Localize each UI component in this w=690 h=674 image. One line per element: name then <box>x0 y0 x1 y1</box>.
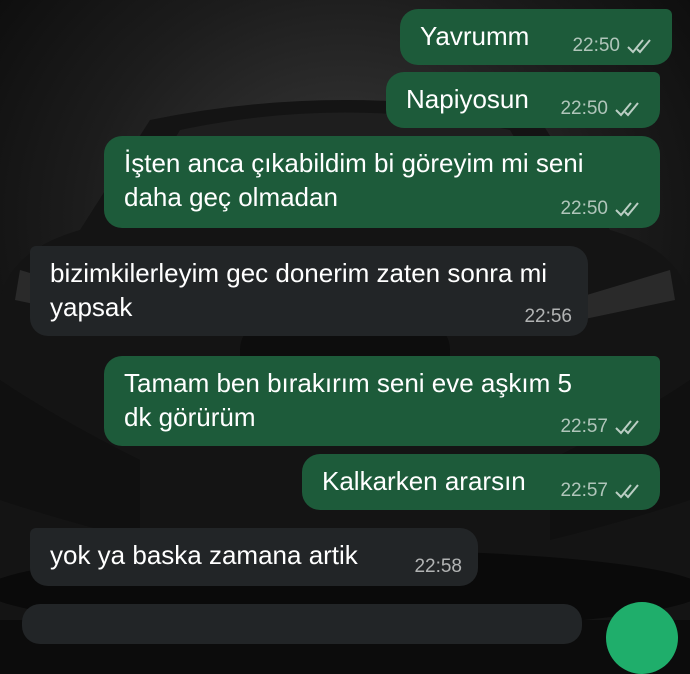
message-meta: 22:50 <box>572 35 656 57</box>
message-meta: 22:57 <box>560 480 644 502</box>
message-meta: 22:56 <box>524 306 572 328</box>
message-text: Napiyosun <box>406 84 529 114</box>
message-text: Tamam ben bırakırım seni eve aşkım 5 dk … <box>124 368 580 432</box>
message-time: 22:57 <box>560 480 608 501</box>
message-meta: 22:50 <box>560 198 644 220</box>
message-bubble-outgoing[interactable]: Napiyosun 22:50 <box>386 72 660 128</box>
message-text: bizimkilerleyim gec donerim zaten sonra … <box>50 258 555 322</box>
message-meta: 22:50 <box>560 98 644 120</box>
message-list[interactable]: Yavrumm 22:50 Napiyosun 22:50 İşten anca… <box>0 0 690 674</box>
message-time: 22:56 <box>524 306 572 327</box>
message-bubble-incoming[interactable]: yok ya baska zamana artik 22:58 <box>30 528 478 586</box>
double-check-icon <box>626 37 656 55</box>
message-meta: 22:58 <box>414 556 462 578</box>
message-bubble-outgoing[interactable]: İşten anca çıkabildim bi göreyim mi seni… <box>104 136 660 228</box>
send-button[interactable] <box>606 602 678 674</box>
message-time: 22:58 <box>414 556 462 577</box>
message-bubble-outgoing[interactable]: Yavrumm 22:50 <box>400 9 672 65</box>
message-meta: 22:57 <box>560 416 644 438</box>
message-time: 22:50 <box>560 198 608 219</box>
double-check-icon <box>614 100 644 118</box>
double-check-icon <box>614 418 644 436</box>
double-check-icon <box>614 200 644 218</box>
message-text: Kalkarken ararsın <box>322 466 526 496</box>
message-text: Yavrumm <box>420 21 530 51</box>
message-bubble-incoming[interactable]: bizimkilerleyim gec donerim zaten sonra … <box>30 246 588 336</box>
message-text: İşten anca çıkabildim bi göreyim mi seni… <box>124 148 591 212</box>
message-time: 22:50 <box>572 35 620 56</box>
message-time: 22:57 <box>560 416 608 437</box>
message-time: 22:50 <box>560 98 608 119</box>
message-bubble-outgoing[interactable]: Tamam ben bırakırım seni eve aşkım 5 dk … <box>104 356 660 446</box>
message-bubble-outgoing[interactable]: Kalkarken ararsın 22:57 <box>302 454 660 510</box>
message-text: yok ya baska zamana artik <box>50 540 358 570</box>
message-input-bar[interactable] <box>22 604 582 644</box>
double-check-icon <box>614 482 644 500</box>
